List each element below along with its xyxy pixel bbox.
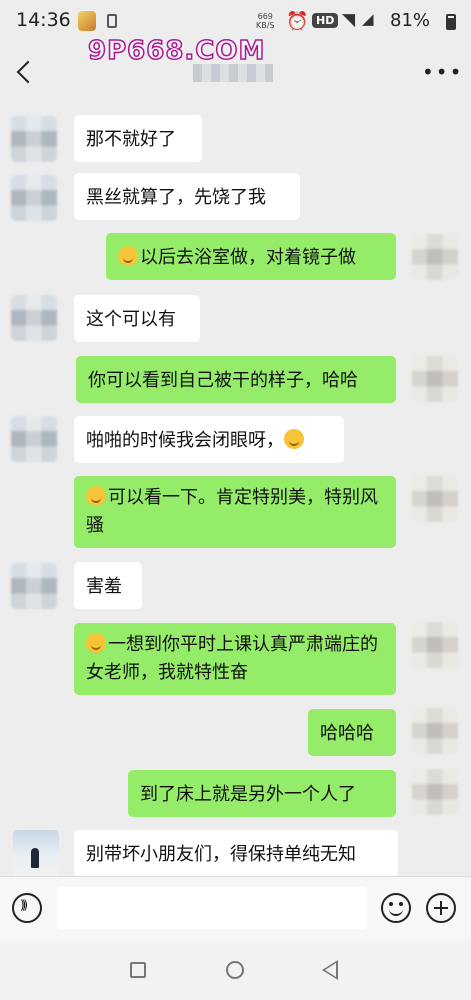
- notification-icon: [107, 14, 117, 28]
- back-button[interactable]: [12, 56, 42, 90]
- system-back-button[interactable]: [322, 960, 338, 980]
- avatar-self[interactable]: [412, 476, 458, 522]
- status-time: 14:36: [16, 9, 71, 31]
- avatar-self[interactable]: [412, 234, 458, 280]
- message-text: 那不就好了: [86, 129, 176, 150]
- avatar-self[interactable]: [412, 769, 458, 815]
- message-bubble-incoming[interactable]: 这个可以有: [74, 295, 200, 342]
- chat-header: 9P668.COM •••: [0, 35, 471, 106]
- home-button[interactable]: [226, 961, 244, 979]
- thinking-emoji: [86, 633, 106, 653]
- message-text: 以后去浴室做，对着镜子做: [140, 247, 356, 268]
- more-functions-button[interactable]: [426, 893, 456, 923]
- voice-button[interactable]: [12, 893, 42, 923]
- battery-percent: 81%: [390, 10, 431, 31]
- message-text: 到了床上就是另外一个人了: [140, 784, 356, 805]
- message-text: 害羞: [86, 576, 122, 597]
- input-bar: [0, 876, 471, 941]
- message-text: 啪啪的时候我会闭眼呀，: [86, 430, 284, 451]
- message-bubble-incoming[interactable]: 那不就好了: [74, 115, 202, 162]
- avatar-self[interactable]: [412, 356, 458, 402]
- network-speed: 669 KB/S: [256, 12, 275, 30]
- message-bubble-incoming[interactable]: 害羞: [74, 562, 142, 609]
- app-notification-icon: [78, 11, 96, 31]
- message-bubble-incoming[interactable]: 黑丝就算了，先饶了我: [74, 173, 300, 220]
- alarm-icon: ⏰: [286, 11, 309, 32]
- avatar[interactable]: [11, 175, 57, 221]
- recent-apps-button[interactable]: [130, 962, 146, 978]
- hd-badge: HD: [312, 13, 339, 28]
- message-bubble-outgoing[interactable]: 到了床上就是另外一个人了: [128, 770, 396, 817]
- laughing-emoji: [284, 429, 304, 449]
- wifi-icon: ◥: [342, 10, 356, 30]
- avatar[interactable]: [11, 416, 57, 462]
- avatar[interactable]: [11, 295, 57, 341]
- battery-icon: [446, 14, 456, 30]
- avatar-self[interactable]: [412, 708, 458, 754]
- chevron-left-icon: [16, 60, 40, 84]
- hot-face-emoji: [86, 486, 106, 506]
- message-bubble-outgoing[interactable]: 哈哈哈: [308, 709, 396, 756]
- message-input[interactable]: [57, 887, 367, 929]
- chat-title-blurred: [193, 64, 273, 82]
- avatar[interactable]: [11, 116, 57, 162]
- message-bubble-incoming[interactable]: 啪啪的时候我会闭眼呀，: [74, 416, 344, 463]
- message-bubble-outgoing[interactable]: 以后去浴室做，对着镜子做: [106, 233, 396, 280]
- hot-face-emoji: [118, 246, 138, 266]
- network-speed-value: 669: [257, 12, 273, 21]
- network-speed-unit: KB/S: [256, 21, 275, 30]
- message-bubble-incoming[interactable]: 别带坏小朋友们，得保持单纯无知: [74, 830, 398, 876]
- message-text: 别带坏小朋友们，得保持单纯无知: [86, 844, 356, 865]
- more-button[interactable]: •••: [422, 62, 461, 82]
- message-text: 这个可以有: [86, 309, 176, 330]
- message-text: 你可以看到自己被干的样子，哈哈: [88, 370, 358, 391]
- message-bubble-outgoing[interactable]: 一想到你平时上课认真严肃端庄的女老师，我就特性奋: [74, 623, 396, 695]
- system-nav-bar: [0, 940, 471, 1000]
- message-text: 哈哈哈: [320, 723, 374, 744]
- chat-area[interactable]: 那不就好了 黑丝就算了，先饶了我 以后去浴室做，对着镜子做 这个可以有 你可以看…: [0, 106, 471, 876]
- message-bubble-outgoing[interactable]: 你可以看到自己被干的样子，哈哈: [76, 356, 396, 403]
- avatar[interactable]: [11, 563, 57, 609]
- avatar-self[interactable]: [412, 622, 458, 668]
- more-horizontal-icon: •••: [422, 60, 464, 84]
- message-bubble-outgoing[interactable]: 可以看一下。肯定特别美，特别风骚: [74, 476, 396, 548]
- message-text: 一想到你平时上课认真严肃端庄的女老师，我就特性奋: [86, 634, 378, 683]
- signal-icon: ◢: [362, 10, 374, 28]
- watermark-logo: 9P668.COM: [87, 35, 266, 67]
- avatar[interactable]: [13, 830, 59, 876]
- emoji-button[interactable]: [381, 893, 411, 923]
- message-text: 黑丝就算了，先饶了我: [86, 187, 266, 208]
- message-text: 可以看一下。肯定特别美，特别风骚: [86, 487, 378, 536]
